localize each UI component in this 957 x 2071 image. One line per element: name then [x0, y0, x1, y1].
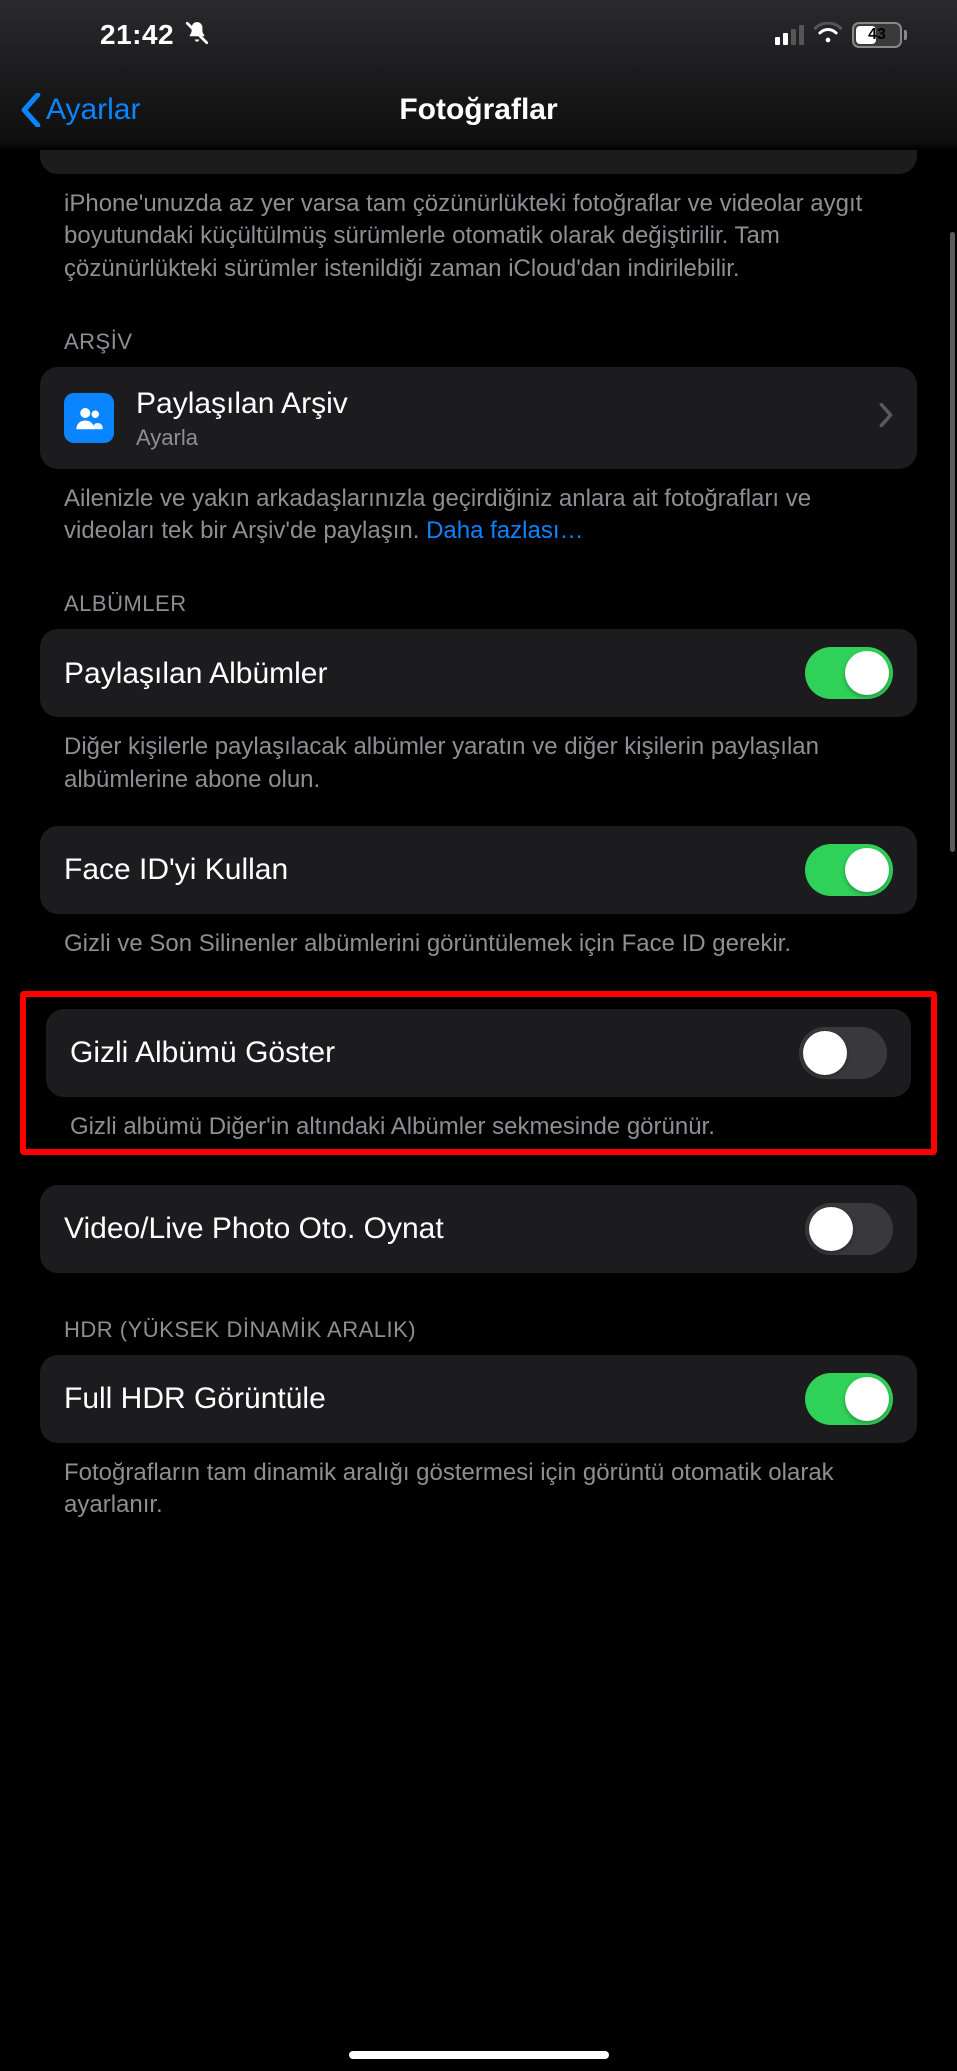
shared-albums-footer: Diğer kişilerle paylaşılacak albümler ya… [40, 717, 917, 796]
wifi-icon [814, 22, 842, 49]
back-label: Ayarlar [46, 93, 140, 127]
status-time: 21:42 [100, 19, 174, 51]
hidden-album-label: Gizli Albümü Göster [70, 1034, 799, 1072]
hidden-album-row[interactable]: Gizli Albümü Göster [46, 1009, 911, 1097]
shared-albums-toggle[interactable] [805, 647, 893, 699]
full-hdr-row[interactable]: Full HDR Görüntüle [40, 1355, 917, 1443]
status-bar: 21:42 43 [0, 0, 957, 70]
chevron-right-icon [879, 403, 893, 432]
cellular-icon [775, 25, 804, 45]
face-id-toggle[interactable] [805, 844, 893, 896]
shared-library-title: Paylaşılan Arşiv [136, 385, 879, 423]
icloud-footer: iPhone'unuzda az yer varsa tam çözünürlü… [40, 174, 917, 285]
shared-albums-row[interactable]: Paylaşılan Albümler [40, 629, 917, 717]
section-header-archive: ARŞİV [40, 285, 917, 367]
hidden-album-footer: Gizli albümü Diğer'in altındaki Albümler… [46, 1097, 911, 1143]
battery-indicator: 43 [852, 22, 907, 48]
autoplay-toggle[interactable] [805, 1203, 893, 1255]
scroll-indicator[interactable] [950, 232, 955, 852]
face-id-row[interactable]: Face ID'yi Kullan [40, 826, 917, 914]
archive-footer: Ailenizle ve yakın arkadaşlarınızla geçi… [40, 469, 917, 548]
nav-bar: Ayarlar Fotoğraflar [0, 70, 957, 150]
previous-group-stub [40, 150, 917, 174]
people-icon [64, 393, 114, 443]
autoplay-row[interactable]: Video/Live Photo Oto. Oynat [40, 1185, 917, 1273]
full-hdr-toggle[interactable] [805, 1373, 893, 1425]
autoplay-label: Video/Live Photo Oto. Oynat [64, 1210, 805, 1248]
face-id-footer: Gizli ve Son Silinenler albümlerini görü… [40, 914, 917, 960]
shared-albums-label: Paylaşılan Albümler [64, 655, 805, 693]
home-indicator[interactable] [349, 2051, 609, 2059]
full-hdr-footer: Fotoğrafların tam dinamik aralığı göster… [40, 1443, 917, 1522]
highlight-box: Gizli Albümü Göster Gizli albümü Diğer'i… [20, 991, 937, 1155]
back-button[interactable]: Ayarlar [20, 93, 140, 127]
hidden-album-toggle[interactable] [799, 1027, 887, 1079]
section-header-hdr: HDR (YÜKSEK DİNAMİK ARALIK) [40, 1273, 917, 1355]
shared-library-row[interactable]: Paylaşılan Arşiv Ayarla [40, 367, 917, 469]
face-id-label: Face ID'yi Kullan [64, 851, 805, 889]
archive-learn-more-link[interactable]: Daha fazlası… [426, 517, 583, 544]
section-header-albums: ALBÜMLER [40, 547, 917, 629]
full-hdr-label: Full HDR Görüntüle [64, 1380, 805, 1418]
page-title: Fotoğraflar [0, 93, 957, 127]
shared-library-subtitle: Ayarla [136, 425, 879, 451]
mute-icon [184, 20, 210, 51]
